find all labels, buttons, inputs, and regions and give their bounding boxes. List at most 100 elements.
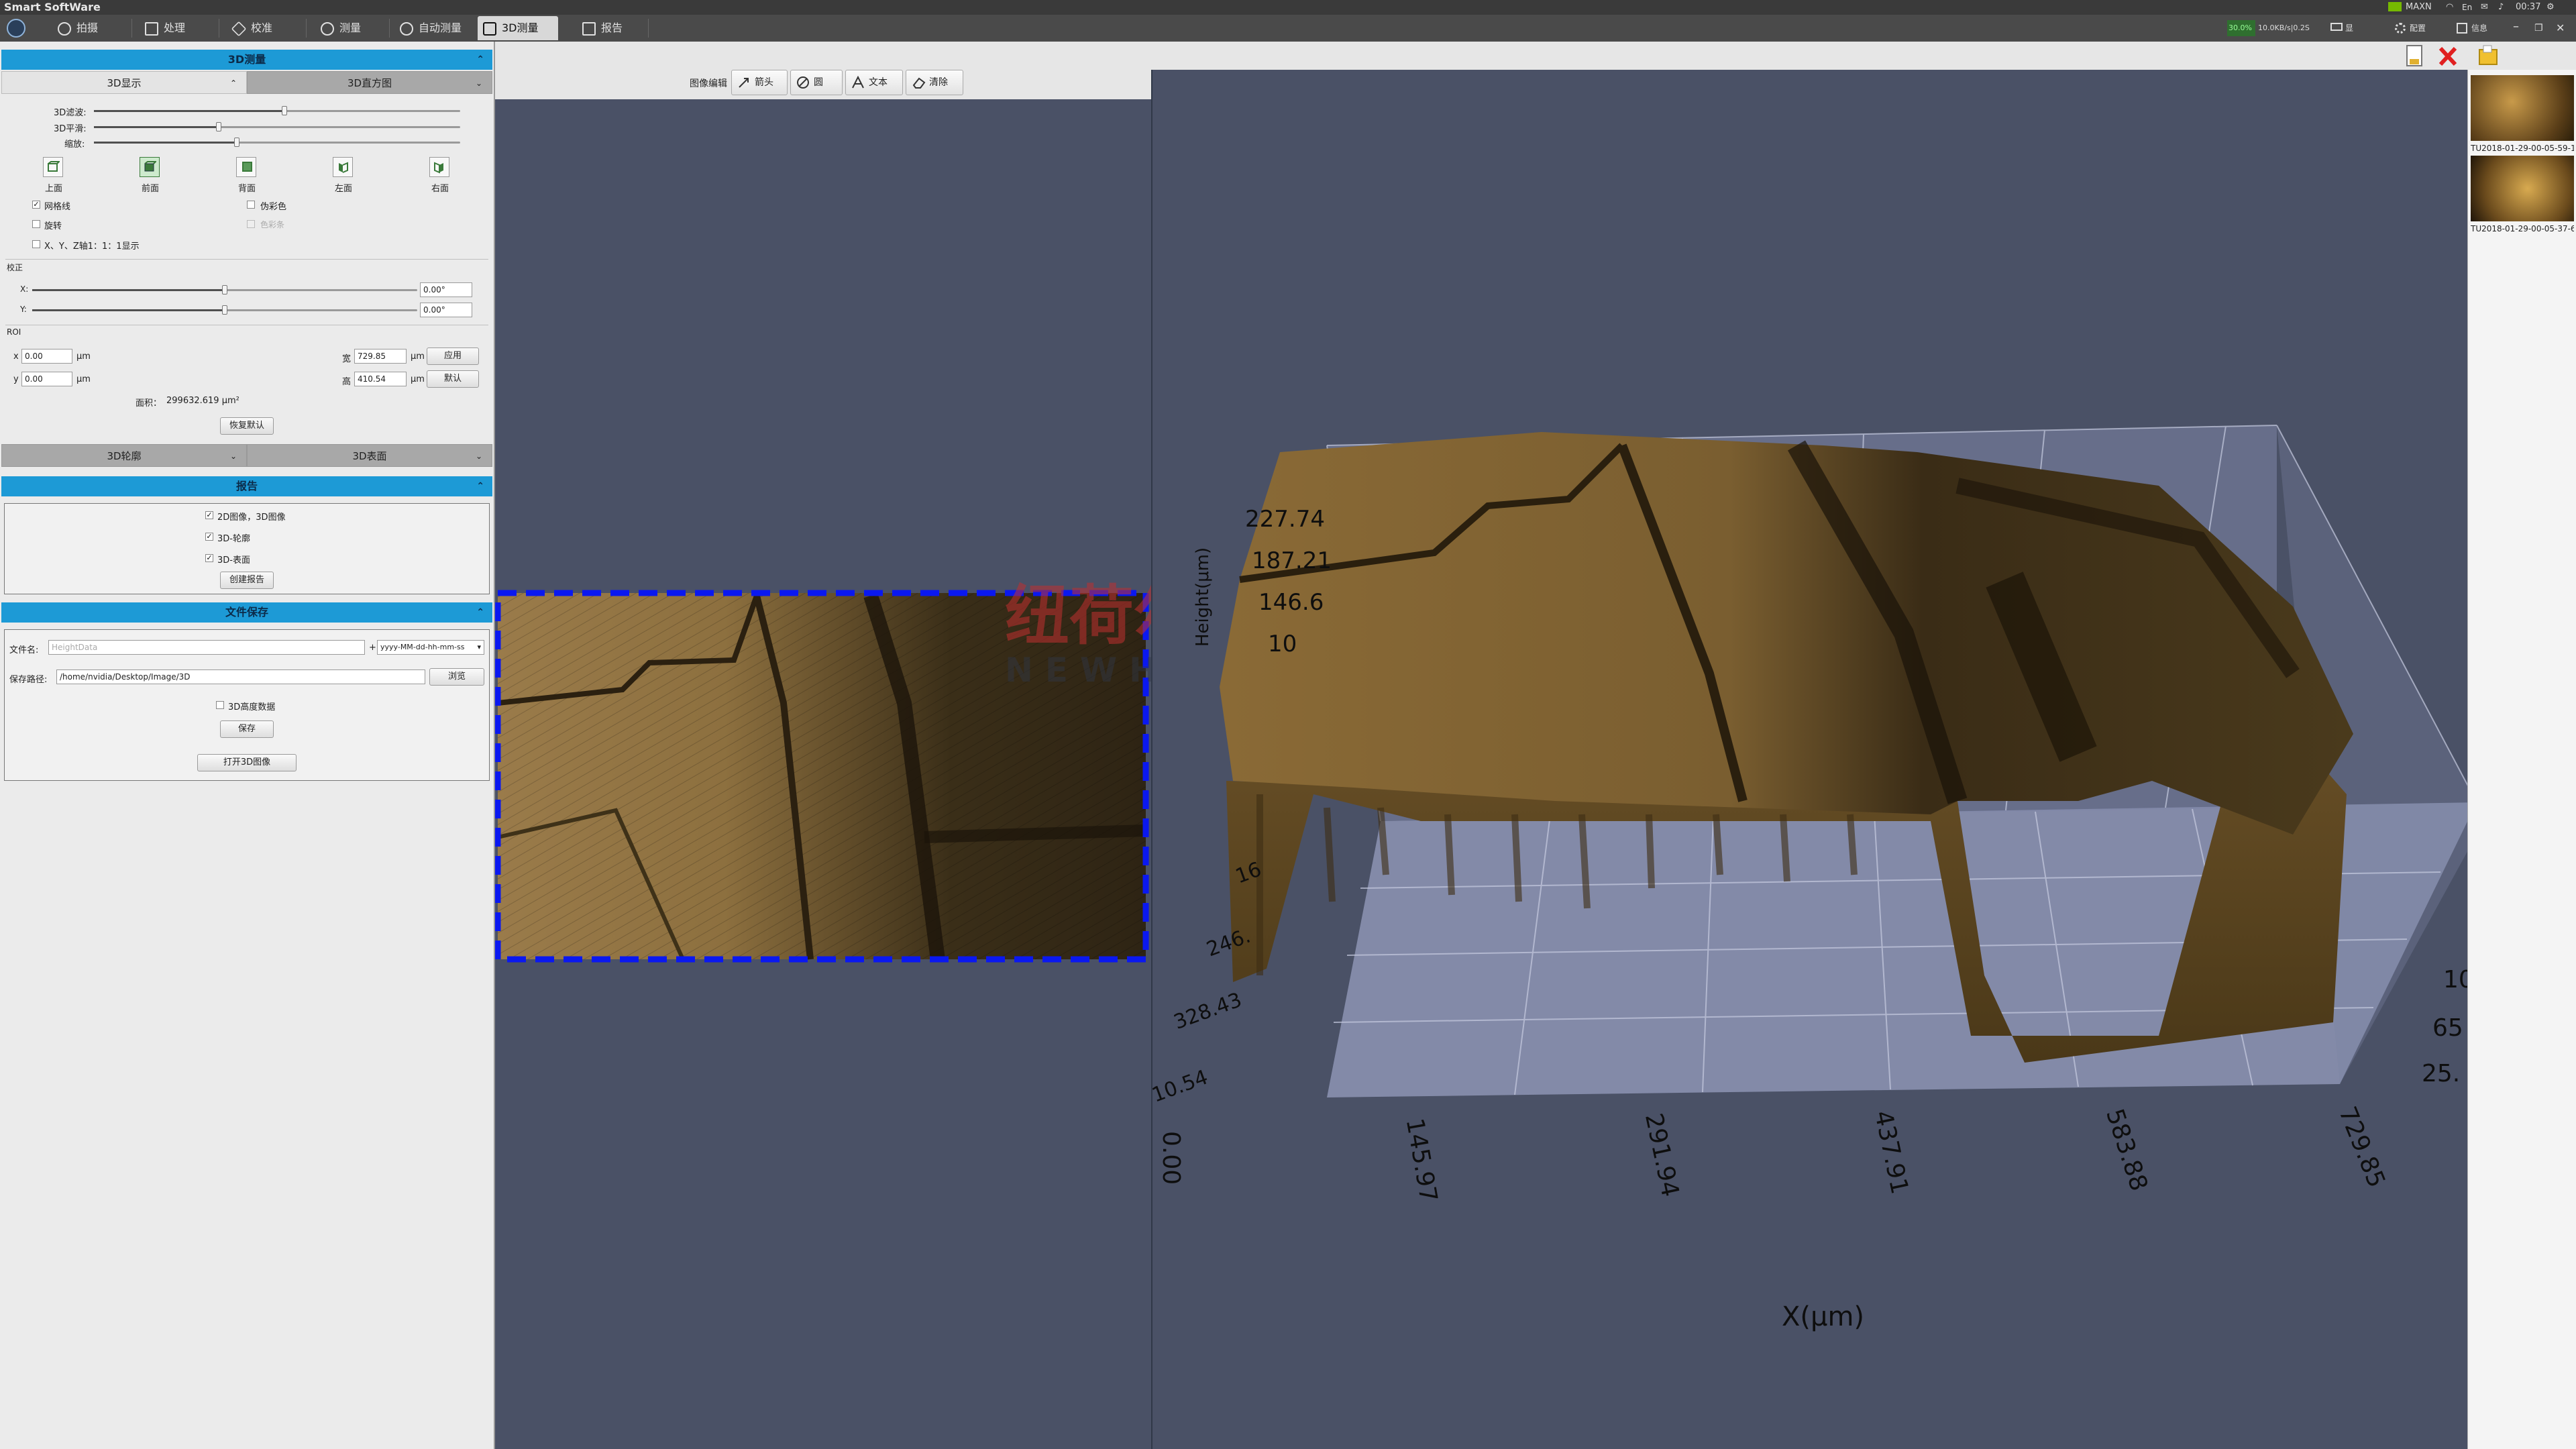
volume-icon[interactable]: ♪ — [2498, 0, 2504, 15]
view-right-button[interactable] — [429, 157, 449, 177]
correction-y-value[interactable]: 0.00° — [420, 303, 472, 317]
report-surface-checkbox[interactable]: ✓ — [205, 554, 213, 562]
roi-x-input[interactable]: 0.00 — [21, 349, 72, 364]
delete-button[interactable] — [2436, 43, 2459, 70]
mail-icon[interactable]: ✉ — [2481, 0, 2488, 15]
correction-x-slider[interactable] — [32, 285, 417, 294]
tab-capture[interactable]: 拍摄 — [52, 16, 126, 40]
x-axis-title: X(μm) — [1782, 1301, 1865, 1332]
thumbnail-image[interactable] — [2471, 75, 2574, 141]
grid-checkbox[interactable]: ✓ — [32, 201, 40, 209]
circle-tool-button[interactable]: 圆 — [790, 70, 843, 95]
tab-3d-measure[interactable]: 3D测量 — [478, 16, 558, 40]
auto-measure-icon — [400, 21, 413, 36]
thumbnail-image[interactable] — [2471, 156, 2574, 221]
clear-tool-button[interactable]: 清除 — [906, 70, 963, 95]
tab-calibrate[interactable]: 校准 — [227, 16, 301, 40]
app-logo-icon[interactable] — [7, 19, 25, 38]
image-2d-viewer[interactable]: 纽荷尔 NEWHOHY — [495, 99, 1275, 1449]
close-window-icon[interactable]: ✕ — [2556, 15, 2565, 42]
wifi-icon[interactable]: ◠ — [2446, 0, 2453, 15]
minimize-icon[interactable]: – — [2513, 13, 2519, 40]
tab-3d-histogram[interactable]: 3D直方图 ⌄ — [247, 71, 492, 94]
info-button[interactable]: 信息 — [2457, 20, 2497, 36]
height-data-checkbox[interactable] — [216, 701, 224, 709]
report-2d3d-checkbox[interactable]: ✓ — [205, 511, 213, 519]
view-left-button[interactable] — [333, 157, 353, 177]
window-title: Smart SoftWare — [4, 1, 101, 13]
view-top-icon — [48, 161, 60, 172]
tab-process[interactable]: 处理 — [140, 16, 213, 40]
area-value: 299632.619 μm² — [166, 396, 239, 406]
rotate-checkbox[interactable] — [32, 220, 40, 228]
browse-button[interactable]: 浏览 — [429, 668, 484, 686]
scale-label: 缩放: — [64, 140, 85, 150]
measure-icon — [321, 21, 334, 36]
scale-slider[interactable] — [94, 138, 460, 147]
tab-auto-measure[interactable]: 自动测量 — [394, 16, 474, 40]
height-data-label: 3D高度数据 — [228, 702, 276, 712]
roi-y-input[interactable]: 0.00 — [21, 372, 72, 386]
config-button[interactable]: 配置 — [2395, 20, 2435, 36]
z-tick-label: 146.6 — [1258, 589, 1324, 616]
chevron-down-icon: ⌄ — [475, 78, 482, 88]
x-tick-label: 0.00 — [1157, 1131, 1185, 1185]
unit-label: μm — [411, 352, 425, 362]
date-format-select[interactable]: yyyy-MM-dd-hh-mm-ss ▾ — [377, 640, 484, 655]
filter-slider[interactable] — [94, 106, 460, 115]
save-file-button[interactable] — [2403, 43, 2426, 70]
slider-handle[interactable] — [233, 138, 239, 147]
xyz-ratio-checkbox[interactable] — [32, 240, 40, 248]
tab-measure[interactable]: 测量 — [315, 16, 389, 40]
view-left-icon — [339, 162, 348, 173]
restore-default-button[interactable]: 恢复默认 — [220, 417, 274, 435]
dropdown-arrow-icon: ▾ — [477, 643, 481, 651]
slider-handle[interactable] — [222, 285, 227, 294]
section-header-3d-measure[interactable]: 3D测量 ⌃ — [1, 50, 492, 70]
nvidia-icon[interactable] — [2388, 2, 2402, 11]
arrow-tool-button[interactable]: 箭头 — [731, 70, 788, 95]
unit-label: μm — [76, 374, 91, 384]
circle-slash-icon — [797, 76, 809, 89]
slider-handle[interactable] — [215, 122, 221, 131]
surface-3d-viewer[interactable]: 227.74 187.21 146.6 10 Height(μm) 16 246… — [1149, 70, 2481, 1449]
tab-3d-surface[interactable]: 3D表面 ⌄ — [247, 444, 492, 467]
open-3d-image-button[interactable]: 打开3D图像 — [197, 754, 297, 771]
section-header-report[interactable]: 报告 ⌃ — [1, 476, 492, 496]
create-report-button[interactable]: 创建报告 — [220, 572, 274, 589]
slider-handle[interactable] — [222, 305, 227, 315]
power-mode[interactable]: MAXN — [2406, 0, 2432, 15]
restore-icon[interactable]: ❐ — [2534, 15, 2543, 42]
report-icon — [582, 21, 596, 36]
colorbar-checkbox[interactable] — [247, 220, 255, 228]
slider-handle[interactable] — [281, 106, 287, 115]
tab-3d-profile[interactable]: 3D轮廓 ⌄ — [1, 444, 247, 467]
keyboard-lang[interactable]: En — [2462, 0, 2472, 15]
tab-3d-display[interactable]: 3D显示 ⌃ — [1, 71, 247, 94]
correction-y-slider[interactable] — [32, 305, 417, 315]
save-button[interactable]: 保存 — [220, 720, 274, 738]
correction-x-value[interactable]: 0.00° — [420, 282, 472, 297]
view-front-button[interactable] — [140, 157, 160, 177]
folder-button[interactable] — [2477, 43, 2500, 70]
display-button[interactable]: 显示 — [2330, 20, 2355, 60]
text-tool-button[interactable]: 文本 — [845, 70, 903, 95]
section-header-file-save[interactable]: 文件保存 ⌃ — [1, 602, 492, 623]
default-button[interactable]: 默认 — [427, 370, 479, 388]
settings-gear-icon[interactable]: ⚙ — [2546, 0, 2555, 15]
report-profile-checkbox[interactable]: ✓ — [205, 533, 213, 541]
net-speed: 10.0KB/s|0.2S — [2258, 23, 2310, 32]
divider — [5, 259, 488, 260]
view-top-button[interactable] — [43, 157, 63, 177]
pseudocolor-checkbox[interactable] — [247, 201, 255, 209]
left-panel: 3D测量 ⌃ 3D显示 ⌃ 3D直方图 ⌄ 3D滤波: 3D平滑: 缩放: 上面 前面… — [0, 42, 495, 1449]
view-back-button[interactable] — [236, 157, 256, 177]
tab-report[interactable]: 报告 — [577, 16, 651, 40]
apply-button[interactable]: 应用 — [427, 347, 479, 365]
filename-input[interactable]: HeightData — [48, 640, 365, 655]
view-left-label: 左面 — [334, 184, 352, 194]
smooth-slider[interactable] — [94, 122, 460, 131]
roi-height-input[interactable]: 410.54 — [354, 372, 407, 386]
roi-width-input[interactable]: 729.85 — [354, 349, 407, 364]
save-path-input[interactable]: /home/nvidia/Desktop/Image/3D — [56, 669, 425, 684]
